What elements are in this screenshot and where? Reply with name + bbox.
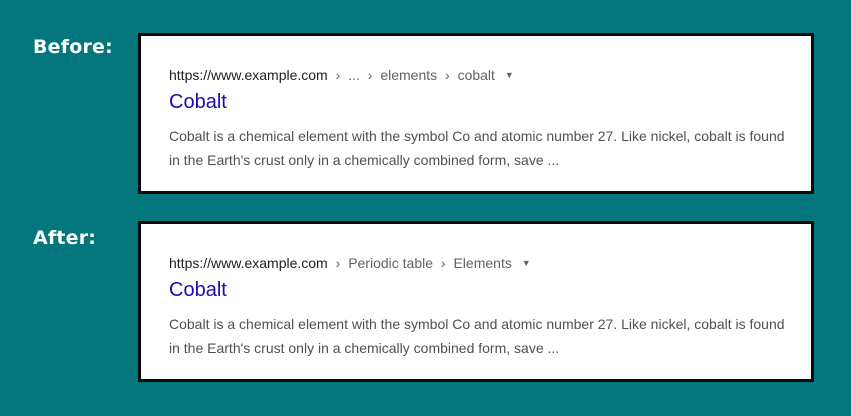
result-snippet: Cobalt is a chemical element with the sy… bbox=[169, 316, 785, 356]
breadcrumb-separator: › bbox=[445, 67, 450, 83]
before-label: Before: bbox=[33, 36, 113, 58]
breadcrumb-separator: › bbox=[335, 255, 341, 271]
breadcrumb[interactable]: https://www.example.com › Periodic table… bbox=[169, 255, 531, 271]
breadcrumb-segment: cobalt bbox=[457, 67, 495, 83]
caret-down-icon[interactable]: ▼ bbox=[522, 258, 531, 268]
caret-down-icon[interactable]: ▼ bbox=[505, 70, 514, 80]
result-title-link[interactable]: Cobalt bbox=[169, 279, 227, 302]
after-label: After: bbox=[33, 227, 97, 249]
result-snippet: Cobalt is a chemical element with the sy… bbox=[169, 128, 785, 168]
search-result-after: https://www.example.com › Periodic table… bbox=[138, 221, 814, 382]
breadcrumb-domain: https://www.example.com bbox=[169, 255, 328, 271]
breadcrumb-domain: https://www.example.com bbox=[169, 67, 328, 83]
breadcrumb-segment: Periodic table bbox=[348, 255, 434, 271]
breadcrumb-segment: Elements bbox=[453, 255, 512, 271]
result-title-link[interactable]: Cobalt bbox=[169, 91, 227, 114]
breadcrumb-separator: › bbox=[335, 67, 341, 83]
breadcrumb-separator: › bbox=[440, 255, 446, 271]
breadcrumb-segment: ... bbox=[348, 67, 360, 83]
search-result-before: https://www.example.com › ... › elements… bbox=[138, 33, 814, 194]
breadcrumb[interactable]: https://www.example.com › ... › elements… bbox=[169, 67, 514, 83]
breadcrumb-separator: › bbox=[367, 67, 373, 83]
breadcrumb-segment: elements bbox=[380, 67, 438, 83]
